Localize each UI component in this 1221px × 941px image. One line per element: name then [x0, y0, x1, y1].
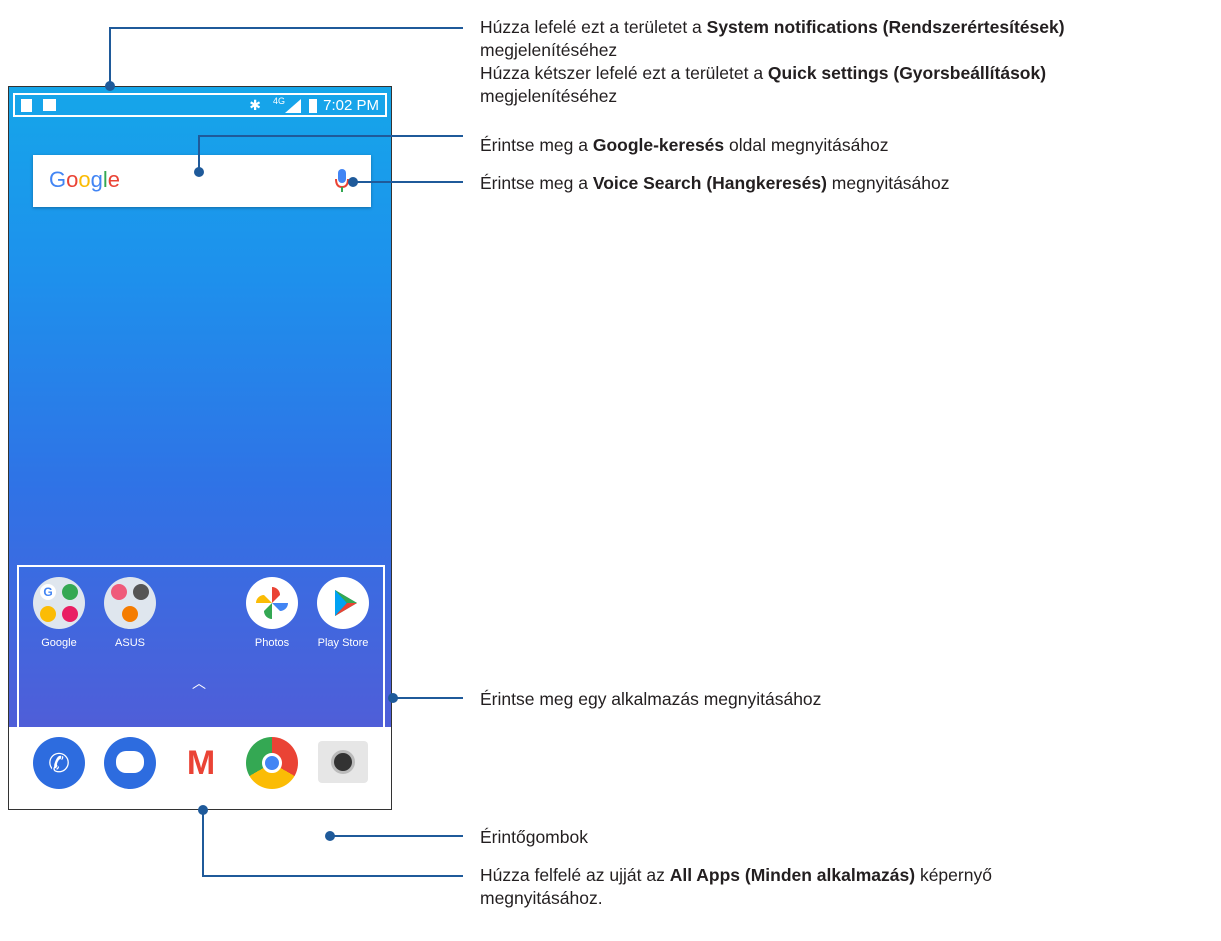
callout-text: Érintse meg a: [480, 135, 593, 155]
callout-text: Húzza kétszer lefelé ezt a területet a: [480, 63, 768, 83]
callout-text: megjelenítéséhez: [480, 86, 618, 106]
callout-text: Húzza felfelé az ujját az: [480, 865, 670, 885]
callout-bold: All Apps (Minden alkalmazás): [669, 865, 916, 885]
callout-text: megnyitásához.: [480, 888, 603, 908]
callout-all-apps: Húzza felfelé az ujját az All Apps (Mind…: [480, 864, 992, 910]
callout-bold: Google-keresés: [592, 135, 725, 155]
callout-bold: System notifications (Rendszerértesítése…: [706, 17, 1065, 37]
callout-text: Húzza lefelé ezt a területet a: [480, 17, 707, 37]
callout-text: képernyő: [915, 865, 992, 885]
callout-touch-keys: Érintőgombok: [480, 826, 588, 849]
callout-text: Érintőgombok: [480, 827, 588, 847]
callout-text: megnyitásához: [826, 173, 950, 193]
callout-text: Érintse meg egy alkalmazás megnyitásához: [480, 689, 822, 709]
callout-bold: Voice Search (Hangkeresés): [592, 173, 827, 193]
callout-google-search: Érintse meg a Google-keresés oldal megny…: [480, 134, 889, 157]
callout-text: oldal megnyitásához: [724, 135, 889, 155]
callout-notifications: Húzza lefelé ezt a területet a System no…: [480, 16, 1065, 108]
callout-voice-search: Érintse meg a Voice Search (Hangkeresés)…: [480, 172, 950, 195]
callout-apps: Érintse meg egy alkalmazás megnyitásához: [480, 688, 821, 711]
callout-text: Érintse meg a: [480, 173, 593, 193]
callout-bold: Quick settings (Gyorsbeállítások): [767, 63, 1047, 83]
callout-text: megjelenítéséhez: [480, 40, 618, 60]
